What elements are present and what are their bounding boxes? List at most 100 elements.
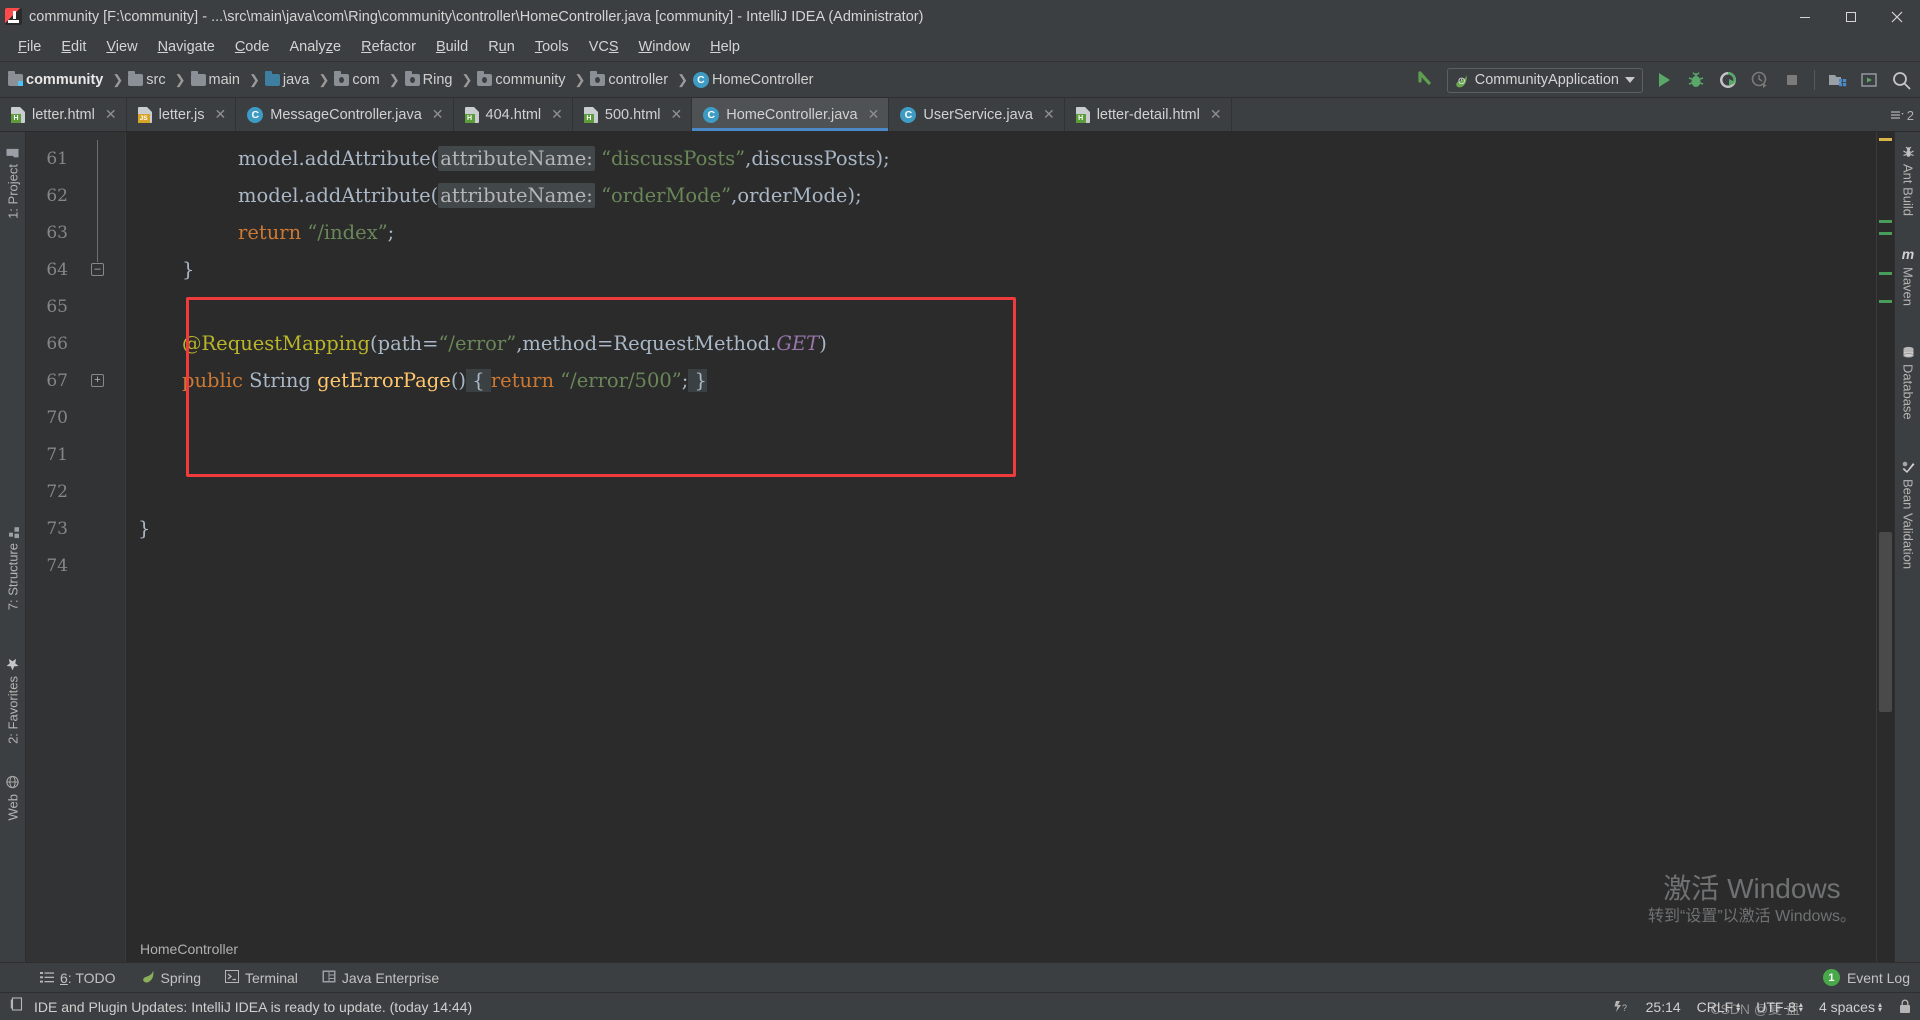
code-line-61[interactable]: model.addAttribute(attributeName: “discu… <box>126 140 890 177</box>
close-icon[interactable]: ✕ <box>1210 106 1222 123</box>
menu-window[interactable]: Window <box>629 36 701 58</box>
intellij-idea-window: community [F:\community] - ...\src\main\… <box>0 0 1920 1020</box>
code-content[interactable]: model.addAttribute(attributeName: “discu… <box>126 132 1894 962</box>
menu-navigate[interactable]: Navigate <box>148 36 225 58</box>
editor-tab-letter-html[interactable]: letter.html ✕ <box>0 98 127 131</box>
debug-button[interactable] <box>1681 65 1711 95</box>
sidebar-item-favorites[interactable]: 2: Favorites <box>0 654 26 748</box>
close-icon[interactable]: ✕ <box>105 106 117 123</box>
sidebar-item-database[interactable]: Database <box>1895 342 1920 424</box>
bottom-item-todo[interactable]: 6: TODO <box>40 970 116 986</box>
run-anything-button[interactable] <box>1854 65 1884 95</box>
code-line-63[interactable]: return “/index”; <box>126 214 394 251</box>
java-class-icon: C <box>900 106 917 123</box>
menu-analyze[interactable]: Analyze <box>280 36 352 58</box>
menu-build[interactable]: Build <box>426 36 478 58</box>
warning-marker[interactable] <box>1879 138 1892 141</box>
sidebar-item-ant-build[interactable]: Ant Build <box>1895 142 1920 220</box>
editor-tab-500-html[interactable]: 500.html ✕ <box>572 98 693 131</box>
close-icon[interactable]: ✕ <box>868 106 880 123</box>
change-marker[interactable] <box>1879 232 1892 235</box>
chevron-down-icon[interactable] <box>1625 77 1635 83</box>
editor-tab-letter-js[interactable]: letter.js ✕ <box>126 98 237 131</box>
editor-tab-messagecontroller-java[interactable]: C MessageController.java ✕ <box>236 98 454 131</box>
breadcrumb-item-community[interactable]: community <box>6 62 108 97</box>
code-line-62[interactable]: model.addAttribute(attributeName: “order… <box>126 177 862 214</box>
code-token-brace: } <box>688 369 707 392</box>
tab-overflow-control[interactable]: 2 <box>1890 98 1914 132</box>
maximize-button[interactable] <box>1828 0 1874 33</box>
menu-tools[interactable]: Tools <box>525 36 579 58</box>
run-configuration-selector[interactable]: CommunityApplication <box>1446 67 1643 93</box>
code-editor[interactable]: 61 62 63 64 – 65 66 67 + 70 71 72 73 74 <box>26 132 1894 962</box>
editor-tab-homecontroller-java[interactable]: C HomeController.java ✕ <box>692 98 890 131</box>
breadcrumb-item-homecontroller[interactable]: C HomeController <box>691 62 819 97</box>
menu-run[interactable]: Run <box>478 36 525 58</box>
breadcrumb-item-ring[interactable]: Ring <box>403 62 458 97</box>
code-line-67[interactable]: public String getErrorPage() { return “/… <box>126 362 707 399</box>
close-button[interactable] <box>1874 0 1920 33</box>
minimize-button[interactable] <box>1782 0 1828 33</box>
breadcrumb-item-controller[interactable]: controller <box>588 62 673 97</box>
editor-breadcrumb[interactable]: HomeController <box>126 936 238 962</box>
close-icon[interactable]: ✕ <box>551 106 563 123</box>
menu-edit[interactable]: Edit <box>51 36 96 58</box>
run-button[interactable] <box>1649 65 1679 95</box>
code-line-66[interactable]: @RequestMapping (path= “/error” ,method=Req… <box>126 325 827 362</box>
back-navigation-button[interactable] <box>1411 65 1441 95</box>
caret-position[interactable]: 25:14 <box>1646 999 1681 1015</box>
sidebar-item-maven[interactable]: m Maven <box>1895 242 1920 310</box>
breadcrumb-item-java[interactable]: java <box>263 62 315 97</box>
bottom-item-spring[interactable]: Spring <box>140 969 201 986</box>
module-folder-icon <box>8 70 23 86</box>
editor-tab-userservice-java[interactable]: C UserService.java ✕ <box>889 98 1065 131</box>
code-fold-expand-icon[interactable]: + <box>91 374 104 387</box>
line-separator-selector[interactable]: CRLF ▴ ▾ <box>1697 999 1741 1015</box>
sidebar-item-structure[interactable]: 7: Structure <box>0 522 26 614</box>
menu-help[interactable]: Help <box>700 36 750 58</box>
menu-view[interactable]: View <box>96 36 147 58</box>
encoding-selector[interactable]: UTF-8 ▴ ▾ <box>1756 999 1803 1015</box>
line-number: 64 <box>46 259 68 280</box>
stop-button[interactable] <box>1777 65 1807 95</box>
code-token: () <box>450 369 467 392</box>
close-icon[interactable]: ✕ <box>432 106 444 123</box>
sidebar-item-web[interactable]: Web <box>0 772 26 825</box>
breadcrumb-item-community-pkg[interactable]: community <box>475 62 570 97</box>
vertical-scrollbar-thumb[interactable] <box>1879 532 1892 712</box>
code-line-64[interactable]: } <box>126 251 194 288</box>
menu-code[interactable]: Code <box>225 36 280 58</box>
sidebar-item-project[interactable]: 1: Project <box>0 144 26 223</box>
change-marker[interactable] <box>1879 272 1892 275</box>
change-marker[interactable] <box>1879 300 1892 303</box>
editor-tab-404-html[interactable]: 404.html ✕ <box>453 98 573 131</box>
profile-button[interactable] <box>1745 65 1775 95</box>
code-token-string: “/error” <box>438 332 517 355</box>
editor-marker-column[interactable] <box>1876 132 1894 962</box>
change-marker[interactable] <box>1879 220 1892 223</box>
editor-tab-letter-detail-html[interactable]: letter-detail.html ✕ <box>1064 98 1232 131</box>
run-with-coverage-button[interactable] <box>1713 65 1743 95</box>
bottom-item-terminal[interactable]: Terminal <box>224 969 298 986</box>
code-line-73[interactable]: } <box>126 510 150 547</box>
menu-vcs[interactable]: VCS <box>579 36 629 58</box>
sidebar-item-bean-validation[interactable]: Bean Validation <box>1895 457 1920 573</box>
event-log-button[interactable]: 1 Event Log <box>1822 969 1910 986</box>
project-structure-button[interactable] <box>1822 65 1852 95</box>
editor-gutter[interactable]: 61 62 63 64 – 65 66 67 + 70 71 72 73 74 <box>26 132 126 962</box>
breadcrumb-item-main[interactable]: main <box>189 62 245 97</box>
close-icon[interactable]: ✕ <box>1043 106 1055 123</box>
indent-selector[interactable]: 4 spaces ▴ ▾ <box>1819 999 1882 1015</box>
menu-file[interactable]: File <box>8 36 51 58</box>
inspection-profile-icon[interactable]: ? <box>1613 999 1630 1014</box>
menu-refactor[interactable]: Refactor <box>351 36 426 58</box>
status-message[interactable]: IDE and Plugin Updates: IntelliJ IDEA is… <box>34 999 472 1015</box>
search-everywhere-button[interactable] <box>1886 65 1916 95</box>
code-fold-collapse-icon[interactable]: – <box>91 263 104 276</box>
breadcrumb-item-com[interactable]: com <box>332 62 384 97</box>
breadcrumb-item-src[interactable]: src <box>126 62 170 97</box>
close-icon[interactable]: ✕ <box>215 106 227 123</box>
bottom-item-java-enterprise[interactable]: Java Enterprise <box>322 970 439 986</box>
close-icon[interactable]: ✕ <box>671 106 683 123</box>
read-only-lock-icon[interactable] <box>1898 999 1912 1014</box>
